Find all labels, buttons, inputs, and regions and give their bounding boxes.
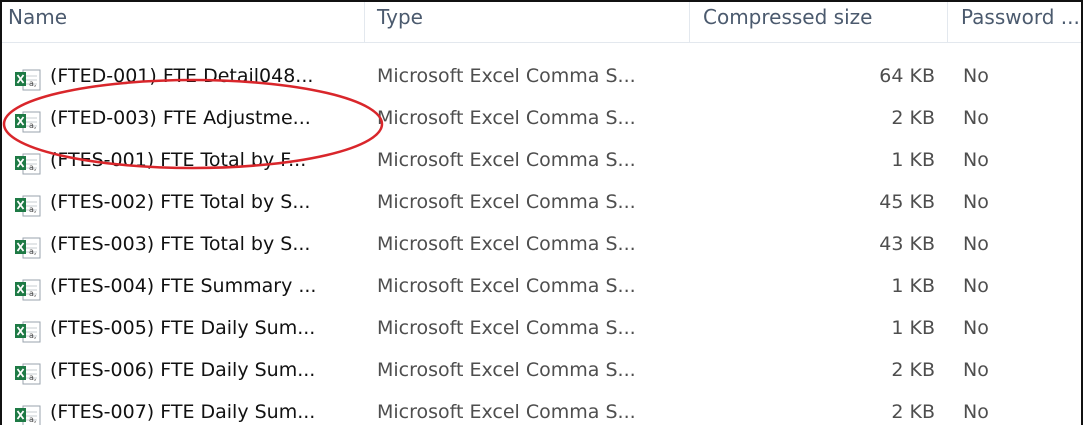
column-header-password[interactable]: Password ... [961, 5, 1080, 29]
file-password: No [963, 65, 989, 87]
column-divider[interactable] [689, 2, 690, 42]
file-row[interactable]: a, (FTED-003) FTE Adjustme... Microsoft Ex… [2, 100, 1081, 142]
file-row[interactable]: a, (FTES-002) FTE Total by S... Microsoft … [2, 184, 1081, 226]
file-name: (FTES-006) FTE Daily Sum... [50, 359, 316, 381]
excel-csv-icon: a, [15, 111, 41, 133]
file-row[interactable]: a, (FTES-003) FTE Total by S... Microsoft … [2, 226, 1081, 268]
excel-csv-icon: a, [15, 195, 41, 217]
file-compressed-size: 64 KB [879, 65, 935, 87]
excel-csv-icon: a, [15, 363, 41, 385]
svg-text:a,: a, [29, 205, 36, 214]
svg-text:a,: a, [29, 121, 36, 130]
file-compressed-size: 2 KB [891, 107, 935, 129]
file-row[interactable]: a, (FTES-006) FTE Daily Sum... Microsoft E… [2, 352, 1081, 394]
file-compressed-size: 45 KB [879, 191, 935, 213]
svg-text:a,: a, [29, 331, 36, 340]
file-password: No [963, 275, 989, 297]
column-header-compressed-size[interactable]: Compressed size [703, 5, 872, 29]
file-name: (FTES-007) FTE Daily Sum... [50, 401, 316, 423]
svg-text:a,: a, [29, 415, 36, 424]
file-type: Microsoft Excel Comma S... [377, 359, 636, 381]
file-name: (FTED-001) FTE Detail048... [50, 65, 314, 87]
file-row[interactable]: a, (FTED-001) FTE Detail048... Microsoft E… [2, 58, 1081, 100]
file-password: No [963, 401, 989, 423]
file-row[interactable]: a, (FTES-005) FTE Daily Sum... Microsoft E… [2, 310, 1081, 352]
file-type: Microsoft Excel Comma S... [377, 401, 636, 423]
file-type: Microsoft Excel Comma S... [377, 191, 636, 213]
excel-csv-icon: a, [15, 279, 41, 301]
file-row[interactable]: a, (FTES-004) FTE Summary ... Microsoft Ex… [2, 268, 1081, 310]
column-header-row: Name Type Compressed size Password ... [2, 2, 1081, 43]
file-compressed-size: 2 KB [891, 359, 935, 381]
file-type: Microsoft Excel Comma S... [377, 65, 636, 87]
file-password: No [963, 107, 989, 129]
column-header-name[interactable]: Name [8, 5, 67, 29]
file-name: (FTES-005) FTE Daily Sum... [50, 317, 316, 339]
file-type: Microsoft Excel Comma S... [377, 233, 636, 255]
file-row[interactable]: a, (FTES-007) FTE Daily Sum... Microsoft E… [2, 394, 1081, 425]
svg-text:a,: a, [29, 289, 36, 298]
file-row[interactable]: a, (FTES-001) FTE Total by F... Microsoft … [2, 142, 1081, 184]
excel-csv-icon: a, [15, 321, 41, 343]
file-name: (FTES-003) FTE Total by S... [50, 233, 311, 255]
file-name: (FTES-002) FTE Total by S... [50, 191, 311, 213]
svg-text:a,: a, [29, 79, 36, 88]
excel-csv-icon: a, [15, 237, 41, 259]
file-name: (FTES-001) FTE Total by F... [50, 149, 307, 171]
svg-text:a,: a, [29, 163, 36, 172]
file-password: No [963, 149, 989, 171]
file-password: No [963, 233, 989, 255]
file-name: (FTES-004) FTE Summary ... [50, 275, 317, 297]
file-type: Microsoft Excel Comma S... [377, 275, 636, 297]
excel-csv-icon: a, [15, 153, 41, 175]
column-divider[interactable] [364, 2, 365, 42]
file-type: Microsoft Excel Comma S... [377, 107, 636, 129]
file-compressed-size: 1 KB [891, 149, 935, 171]
file-compressed-size: 2 KB [891, 401, 935, 423]
file-compressed-size: 43 KB [879, 233, 935, 255]
excel-csv-icon: a, [15, 405, 41, 425]
file-compressed-size: 1 KB [891, 317, 935, 339]
file-compressed-size: 1 KB [891, 275, 935, 297]
file-password: No [963, 359, 989, 381]
column-header-type[interactable]: Type [377, 5, 423, 29]
column-divider[interactable] [947, 2, 948, 42]
file-type: Microsoft Excel Comma S... [377, 317, 636, 339]
file-name: (FTED-003) FTE Adjustme... [50, 107, 311, 129]
svg-text:a,: a, [29, 373, 36, 382]
file-password: No [963, 317, 989, 339]
file-list-view: Name Type Compressed size Password ... a… [0, 0, 1083, 425]
svg-text:a,: a, [29, 247, 36, 256]
excel-csv-icon: a, [15, 69, 41, 91]
file-password: No [963, 191, 989, 213]
file-type: Microsoft Excel Comma S... [377, 149, 636, 171]
